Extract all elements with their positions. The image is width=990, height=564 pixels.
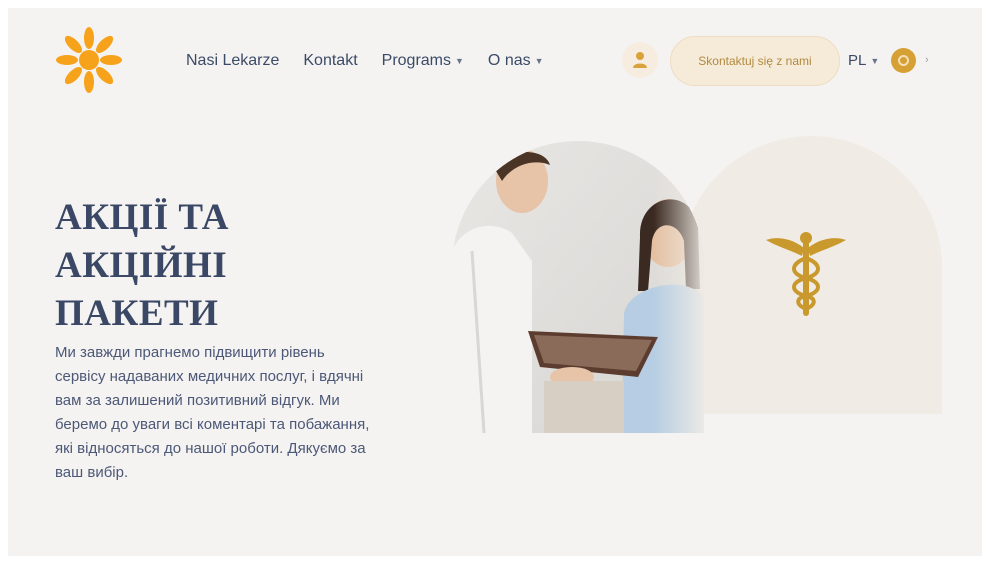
caduceus-icon (766, 232, 846, 316)
language-selector[interactable]: PL ▼ (848, 52, 879, 69)
contact-us-button[interactable]: Skontaktuj się z nami (670, 36, 840, 86)
nav-item-label: Nasi Lekarze (186, 52, 280, 69)
nav-item-about[interactable]: O nas ▼ (488, 52, 544, 70)
user-icon (633, 52, 647, 68)
page-title: АКЦІЇ ТА АКЦІЙНІ ПАКЕТИ (55, 197, 229, 334)
account-button[interactable] (622, 42, 658, 78)
nav-item-label: O nas (487, 52, 531, 69)
nav-item-label: Kontakt (303, 52, 358, 69)
nav-item-contact[interactable]: Kontakt (303, 52, 357, 70)
currency-selector[interactable] (891, 48, 916, 73)
nav-item-programs[interactable]: Programs ▼ (382, 52, 464, 70)
coin-icon (898, 55, 909, 66)
chevron-down-icon: ▼ (870, 55, 880, 66)
doctor-patient-photo (452, 141, 704, 433)
language-label: PL (848, 52, 867, 69)
main-nav: Nasi Lekarze Kontakt Programs ▼ O nas ▼ (186, 52, 568, 70)
page: Nasi Lekarze Kontakt Programs ▼ O nas ▼ … (8, 8, 982, 556)
nav-item-doctors[interactable]: Nasi Lekarze (186, 52, 279, 70)
chevron-down-icon: ▼ (455, 56, 464, 66)
nav-item-label: Programs (381, 52, 451, 69)
hero-description: Ми завжди прагнемо підвищити рівень серв… (55, 344, 370, 481)
contact-us-label: Skontaktuj się z nami (698, 54, 812, 68)
sun-logo-icon[interactable] (54, 26, 124, 94)
chevron-right-icon[interactable]: › (925, 54, 929, 66)
chevron-down-icon: ▼ (534, 56, 544, 66)
